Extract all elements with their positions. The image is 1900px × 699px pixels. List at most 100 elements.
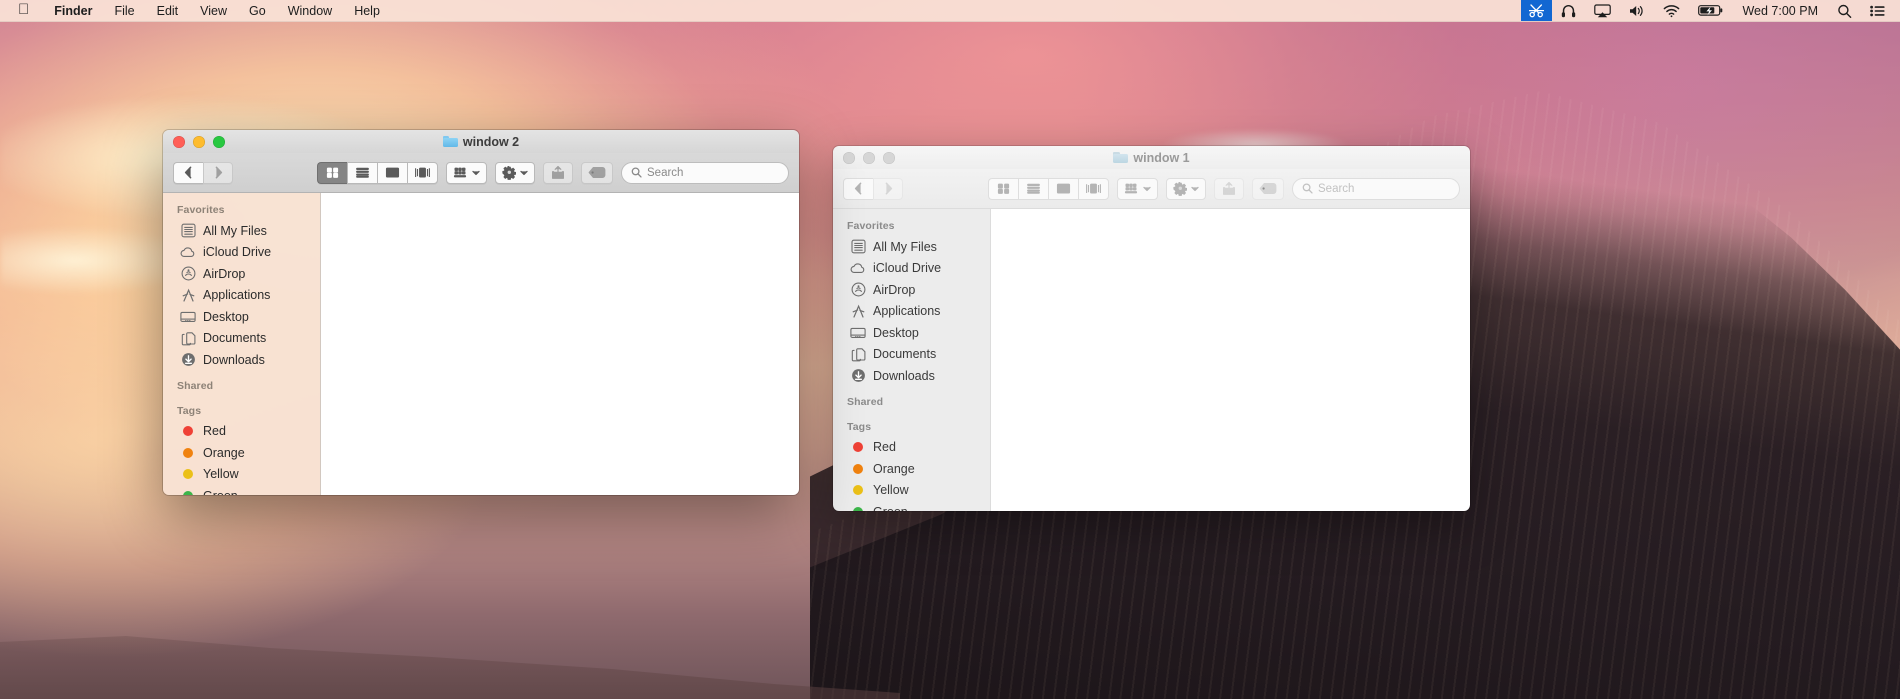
menu-item-window[interactable]: Window: [277, 0, 343, 21]
window-titlebar[interactable]: window 1: [833, 146, 1470, 169]
tag-dot-icon: [850, 482, 866, 498]
search-icon: [1302, 183, 1313, 194]
notification-center-icon[interactable]: [1861, 0, 1894, 21]
sidebar-item-applications[interactable]: Applications: [163, 285, 320, 307]
sidebar-item-label: Yellow: [203, 467, 239, 482]
window-body: Favorites All My Files iCloud Drive AirDrop…: [163, 193, 799, 495]
coverflow-view-button[interactable]: [407, 161, 438, 184]
sidebar-item-icloud-drive[interactable]: iCloud Drive: [163, 242, 320, 264]
coverflow-view-button[interactable]: [1078, 177, 1109, 200]
file-content-pane[interactable]: [320, 193, 799, 495]
sidebar-item-yellow[interactable]: Yellow: [163, 464, 320, 486]
menu-item-help[interactable]: Help: [343, 0, 391, 21]
menu-bar-clock[interactable]: Wed 7:00 PM: [1732, 0, 1828, 21]
airplay-icon[interactable]: [1585, 0, 1620, 21]
sidebar-item-airdrop[interactable]: AirDrop: [833, 279, 990, 301]
gear-action-button[interactable]: [495, 161, 535, 184]
navigation-buttons: [843, 177, 903, 200]
window-titlebar[interactable]: window 2: [163, 130, 799, 153]
sidebar-section-header-favorites: Favorites: [177, 204, 225, 216]
maximize-button[interactable]: [213, 135, 225, 148]
list-view-button[interactable]: [1018, 177, 1048, 200]
sidebar-item-label: Green: [203, 489, 238, 495]
sidebar-item-yellow[interactable]: Yellow: [833, 480, 990, 502]
sidebar-item-orange[interactable]: Orange: [163, 442, 320, 464]
menu-item-view[interactable]: View: [189, 0, 238, 21]
arrange-by-button[interactable]: [1117, 177, 1158, 200]
sidebar-item-green[interactable]: Green: [833, 501, 990, 511]
menu-item-file[interactable]: File: [103, 0, 145, 21]
tag-dot: [183, 469, 193, 480]
sidebar-item-red[interactable]: Red: [163, 421, 320, 443]
search-input[interactable]: Search: [1292, 177, 1460, 200]
sidebar-item-all-my-files[interactable]: All My Files: [163, 220, 320, 242]
column-view-button[interactable]: [1048, 177, 1078, 200]
wifi-icon[interactable]: [1654, 0, 1689, 21]
sidebar-item-documents[interactable]: Documents: [833, 344, 990, 366]
sidebar-item-label: AirDrop: [203, 266, 246, 281]
share-button[interactable]: [1214, 177, 1244, 200]
icon-view-button[interactable]: [988, 177, 1018, 200]
forward-chevron-icon[interactable]: [873, 177, 903, 200]
menu-item-edit[interactable]: Edit: [146, 0, 190, 21]
maximize-button[interactable]: [883, 151, 895, 164]
finder-window-window-2[interactable]: window 2 Search Favorites All My Files iClou…: [163, 130, 799, 495]
sidebar-item-label: Green: [873, 505, 908, 511]
menu-item-go[interactable]: Go: [238, 0, 277, 21]
sidebar-item-label: Applications: [203, 288, 271, 303]
folder-icon: [1113, 151, 1129, 164]
sidebar-item-airdrop[interactable]: AirDrop: [163, 263, 320, 285]
forward-chevron-icon[interactable]: [203, 161, 233, 184]
minimize-button[interactable]: [193, 135, 205, 148]
minimize-button[interactable]: [863, 151, 875, 164]
tag-button[interactable]: [581, 161, 613, 184]
sidebar-section-header-favorites: Favorites: [847, 220, 895, 232]
sidebar-item-green[interactable]: Green: [163, 485, 320, 495]
apple-logo-icon[interactable]: : [0, 0, 43, 21]
sidebar-item-red[interactable]: Red: [833, 437, 990, 459]
sidebar: Favorites All My Files iCloud Drive AirDrop…: [163, 193, 320, 495]
menu-item-finder[interactable]: Finder: [43, 0, 103, 21]
search-icon: [631, 167, 642, 178]
sidebar-item-label: Orange: [203, 445, 245, 460]
tag-dot: [183, 426, 193, 437]
headphones-icon[interactable]: [1552, 0, 1585, 21]
scissors-icon[interactable]: [1521, 0, 1553, 21]
spotlight-search-icon[interactable]: [1828, 0, 1861, 21]
icloud-drive-icon: [850, 260, 866, 276]
back-chevron-icon[interactable]: [843, 177, 873, 200]
volume-icon[interactable]: [1620, 0, 1654, 21]
arrange-by-button[interactable]: [446, 161, 487, 184]
share-button[interactable]: [543, 161, 573, 184]
sidebar-item-label: Desktop: [203, 309, 249, 324]
sidebar-item-downloads[interactable]: Downloads: [833, 365, 990, 387]
sidebar-item-desktop[interactable]: Desktop: [163, 306, 320, 328]
close-button[interactable]: [173, 135, 185, 148]
tag-dot-icon: [180, 488, 196, 495]
sidebar-item-orange[interactable]: Orange: [833, 458, 990, 480]
sidebar-item-icloud-drive[interactable]: iCloud Drive: [833, 258, 990, 280]
gear-action-button[interactable]: [1166, 177, 1206, 200]
search-input[interactable]: Search: [621, 161, 789, 184]
back-chevron-icon[interactable]: [173, 161, 203, 184]
sidebar-item-label: Red: [873, 440, 896, 455]
sidebar-item-applications[interactable]: Applications: [833, 301, 990, 323]
battery-charging-icon[interactable]: [1689, 0, 1732, 21]
sidebar-item-label: Documents: [203, 331, 267, 346]
column-view-button[interactable]: [377, 161, 407, 184]
close-button[interactable]: [843, 151, 855, 164]
window-body: Favorites All My Files iCloud Drive AirDrop…: [833, 209, 1470, 511]
sidebar-item-downloads[interactable]: Downloads: [163, 349, 320, 371]
sidebar-item-label: iCloud Drive: [873, 261, 942, 276]
airdrop-icon: [180, 266, 196, 282]
sidebar-item-desktop[interactable]: Desktop: [833, 322, 990, 344]
tag-button[interactable]: [1252, 177, 1284, 200]
list-view-button[interactable]: [347, 161, 377, 184]
sidebar-item-documents[interactable]: Documents: [163, 328, 320, 350]
window-title-group: window 2: [163, 130, 799, 153]
file-content-pane[interactable]: [990, 209, 1470, 511]
finder-window-window-1[interactable]: window 1 Search Favorites All My Files iClou…: [833, 146, 1470, 511]
sidebar-item-all-my-files[interactable]: All My Files: [833, 236, 990, 258]
sidebar-item-label: Desktop: [873, 325, 919, 340]
icon-view-button[interactable]: [317, 161, 347, 184]
